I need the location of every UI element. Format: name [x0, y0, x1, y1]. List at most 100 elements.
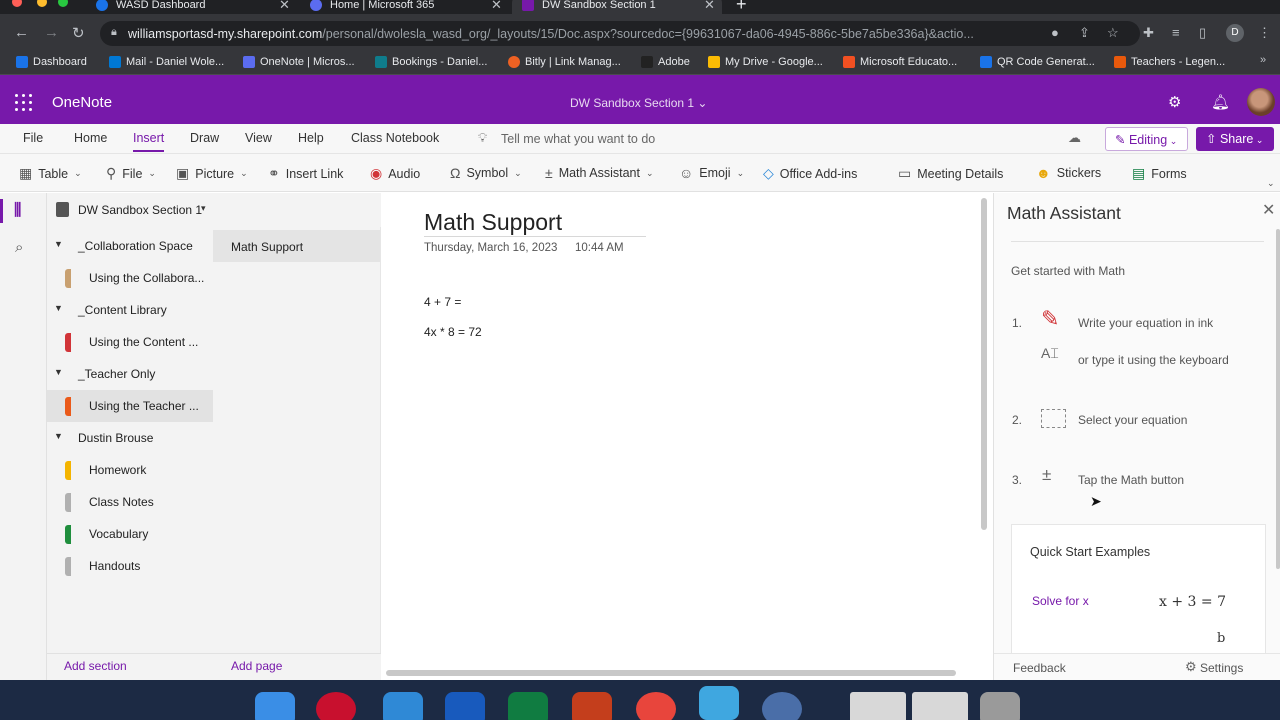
- example-equation[interactable]: x + 3 = 7: [1159, 594, 1226, 610]
- settings-link[interactable]: Settings: [1200, 661, 1243, 675]
- tab-file[interactable]: File: [23, 131, 43, 145]
- solve-for-x-link[interactable]: Solve for x: [1032, 594, 1089, 608]
- window-close-icon[interactable]: [12, 0, 22, 7]
- excel-app-icon[interactable]: [508, 692, 548, 720]
- note-line[interactable]: 4x * 8 = 72: [424, 325, 482, 339]
- tab-draw[interactable]: Draw: [190, 131, 219, 145]
- section-item[interactable]: Using the Collabora...: [47, 262, 213, 294]
- user-avatar[interactable]: [1247, 88, 1275, 116]
- forms-button[interactable]: ▤ Forms: [1132, 165, 1187, 182]
- stickers-button[interactable]: ☻ Stickers: [1036, 165, 1101, 181]
- bookmark-item[interactable]: Microsoft Educato...: [843, 56, 957, 68]
- bookmarks-overflow-icon[interactable]: »: [1260, 54, 1266, 66]
- new-tab-button[interactable]: +: [736, 0, 747, 14]
- section-item-selected[interactable]: Using the Teacher ...: [47, 390, 213, 422]
- tab-close-icon[interactable]: ✕: [491, 0, 502, 13]
- bookmark-item[interactable]: Dashboard: [16, 56, 87, 68]
- zoom-app-icon[interactable]: [699, 686, 739, 720]
- section-group[interactable]: ▼ _Collaboration Space: [47, 230, 213, 262]
- app-launcher-icon[interactable]: [15, 94, 32, 111]
- bookmark-item[interactable]: QR Code Generat...: [980, 56, 1095, 68]
- add-page-button[interactable]: Add page: [231, 659, 282, 673]
- cloud-app-icon[interactable]: [383, 692, 423, 720]
- tab-view[interactable]: View: [245, 131, 272, 145]
- window-thumbnail[interactable]: [850, 692, 906, 720]
- settings-gear-icon[interactable]: ⚙: [1168, 93, 1181, 111]
- bookmark-item[interactable]: Bitly | Link Manag...: [508, 56, 621, 68]
- tab-close-icon[interactable]: ✕: [704, 0, 715, 13]
- bookmark-item[interactable]: Adobe: [641, 56, 690, 68]
- sync-status-icon[interactable]: ☁: [1068, 130, 1081, 146]
- tab-home[interactable]: Home: [74, 131, 107, 145]
- insert-link-button[interactable]: ⚭ Insert Link: [268, 165, 343, 182]
- meeting-details-button[interactable]: ▭ Meeting Details: [898, 165, 1003, 182]
- insert-table-button[interactable]: ▦ Table ⌄: [19, 165, 82, 182]
- editing-mode-button[interactable]: ✎ Editing ⌄: [1105, 127, 1188, 151]
- notebooks-icon[interactable]: ⫼: [14, 202, 21, 220]
- insert-audio-button[interactable]: ◉ Audio: [370, 165, 420, 182]
- close-icon[interactable]: ✕: [1262, 200, 1275, 220]
- page-canvas[interactable]: Math Support Thursday, March 16, 2023 10…: [381, 193, 993, 680]
- microphone-icon[interactable]: ●: [1051, 25, 1059, 40]
- note-line[interactable]: 4 + 7 =: [424, 295, 461, 309]
- pane-scrollbar[interactable]: [1276, 229, 1280, 569]
- reload-icon[interactable]: ↻: [72, 24, 85, 42]
- search-icon[interactable]: ⌕: [15, 239, 23, 256]
- section-item[interactable]: Handouts: [47, 550, 213, 582]
- feedback-link[interactable]: Feedback: [1013, 661, 1066, 675]
- bookmark-star-icon[interactable]: ☆: [1107, 25, 1119, 41]
- browser-tab[interactable]: Home | Microsoft 365: [310, 0, 434, 14]
- tell-me-search[interactable]: Tell me what you want to do: [501, 132, 655, 146]
- section-item[interactable]: Vocabulary: [47, 518, 213, 550]
- bookmark-item[interactable]: Teachers - Legen...: [1114, 56, 1225, 68]
- tab-insert[interactable]: Insert: [133, 131, 165, 152]
- reading-list-icon[interactable]: ≡: [1172, 25, 1180, 40]
- finder-app-icon[interactable]: [255, 692, 295, 720]
- section-item[interactable]: Class Notes: [47, 486, 213, 518]
- document-title[interactable]: DW Sandbox Section 1 ⌄: [570, 96, 707, 110]
- address-bar[interactable]: 🔒︎ williamsportasd-my.sharepoint.com/per…: [100, 21, 1140, 46]
- window-thumbnail[interactable]: [912, 692, 968, 720]
- share-page-icon[interactable]: ⇪: [1079, 25, 1090, 41]
- chrome-app-icon[interactable]: [636, 692, 676, 720]
- profile-avatar[interactable]: D: [1226, 24, 1244, 42]
- powerpoint-app-icon[interactable]: [572, 692, 612, 720]
- insert-file-button[interactable]: ⚲ File ⌄: [106, 165, 156, 182]
- section-group[interactable]: ▼ _Teacher Only: [47, 358, 213, 390]
- bookmark-item[interactable]: My Drive - Google...: [708, 56, 823, 68]
- office-addins-button[interactable]: ◇ Office Add-ins: [763, 165, 857, 182]
- window-zoom-icon[interactable]: [58, 0, 68, 7]
- word-app-icon[interactable]: [445, 692, 485, 720]
- section-group[interactable]: ▼ Dustin Brouse: [47, 422, 213, 454]
- settings-gear-icon[interactable]: ⚙: [1185, 659, 1197, 675]
- notebook-switcher[interactable]: DW Sandbox Section 1 ▾: [47, 193, 381, 227]
- page-title[interactable]: Math Support: [424, 209, 562, 236]
- insert-picture-button[interactable]: ▣ Picture ⌄: [176, 165, 248, 182]
- forward-arrow-icon[interactable]: →: [44, 24, 59, 41]
- math-assistant-button[interactable]: ± Math Assistant ⌄: [545, 165, 654, 181]
- insert-emoji-button[interactable]: ☺ Emoji ⌄: [679, 165, 744, 181]
- add-section-button[interactable]: Add section: [64, 659, 127, 673]
- section-item[interactable]: Using the Content ...: [47, 326, 213, 358]
- insert-symbol-button[interactable]: Ω Symbol ⌄: [450, 165, 522, 181]
- window-minimize-icon[interactable]: [37, 0, 47, 7]
- school-app-icon[interactable]: [316, 692, 356, 720]
- section-group[interactable]: ▼ _Content Library: [47, 294, 213, 326]
- section-item[interactable]: Homework: [47, 454, 213, 486]
- bookmark-item[interactable]: OneNote | Micros...: [243, 56, 355, 68]
- notifications-bell-icon[interactable]: 🔔︎: [1211, 93, 1230, 111]
- back-arrow-icon[interactable]: ←: [14, 24, 29, 41]
- app-name[interactable]: OneNote: [52, 94, 112, 111]
- page-item-selected[interactable]: Math Support: [213, 230, 380, 262]
- canvas-horizontal-scrollbar[interactable]: [386, 670, 956, 676]
- trash-icon[interactable]: [980, 692, 1020, 720]
- ribbon-collapse-icon[interactable]: ⌄: [1267, 178, 1275, 189]
- canvas-vertical-scrollbar[interactable]: [981, 198, 987, 530]
- browser-tab[interactable]: WASD Dashboard: [96, 0, 205, 14]
- tab-help[interactable]: Help: [298, 131, 324, 145]
- tab-close-icon[interactable]: ✕: [279, 0, 290, 13]
- browser-tab-active[interactable]: DW Sandbox Section 1: [512, 0, 722, 14]
- share-button[interactable]: ⇧ Share ⌄: [1196, 127, 1274, 151]
- extensions-icon[interactable]: ✚: [1143, 25, 1154, 41]
- browser-app-icon[interactable]: [762, 692, 802, 720]
